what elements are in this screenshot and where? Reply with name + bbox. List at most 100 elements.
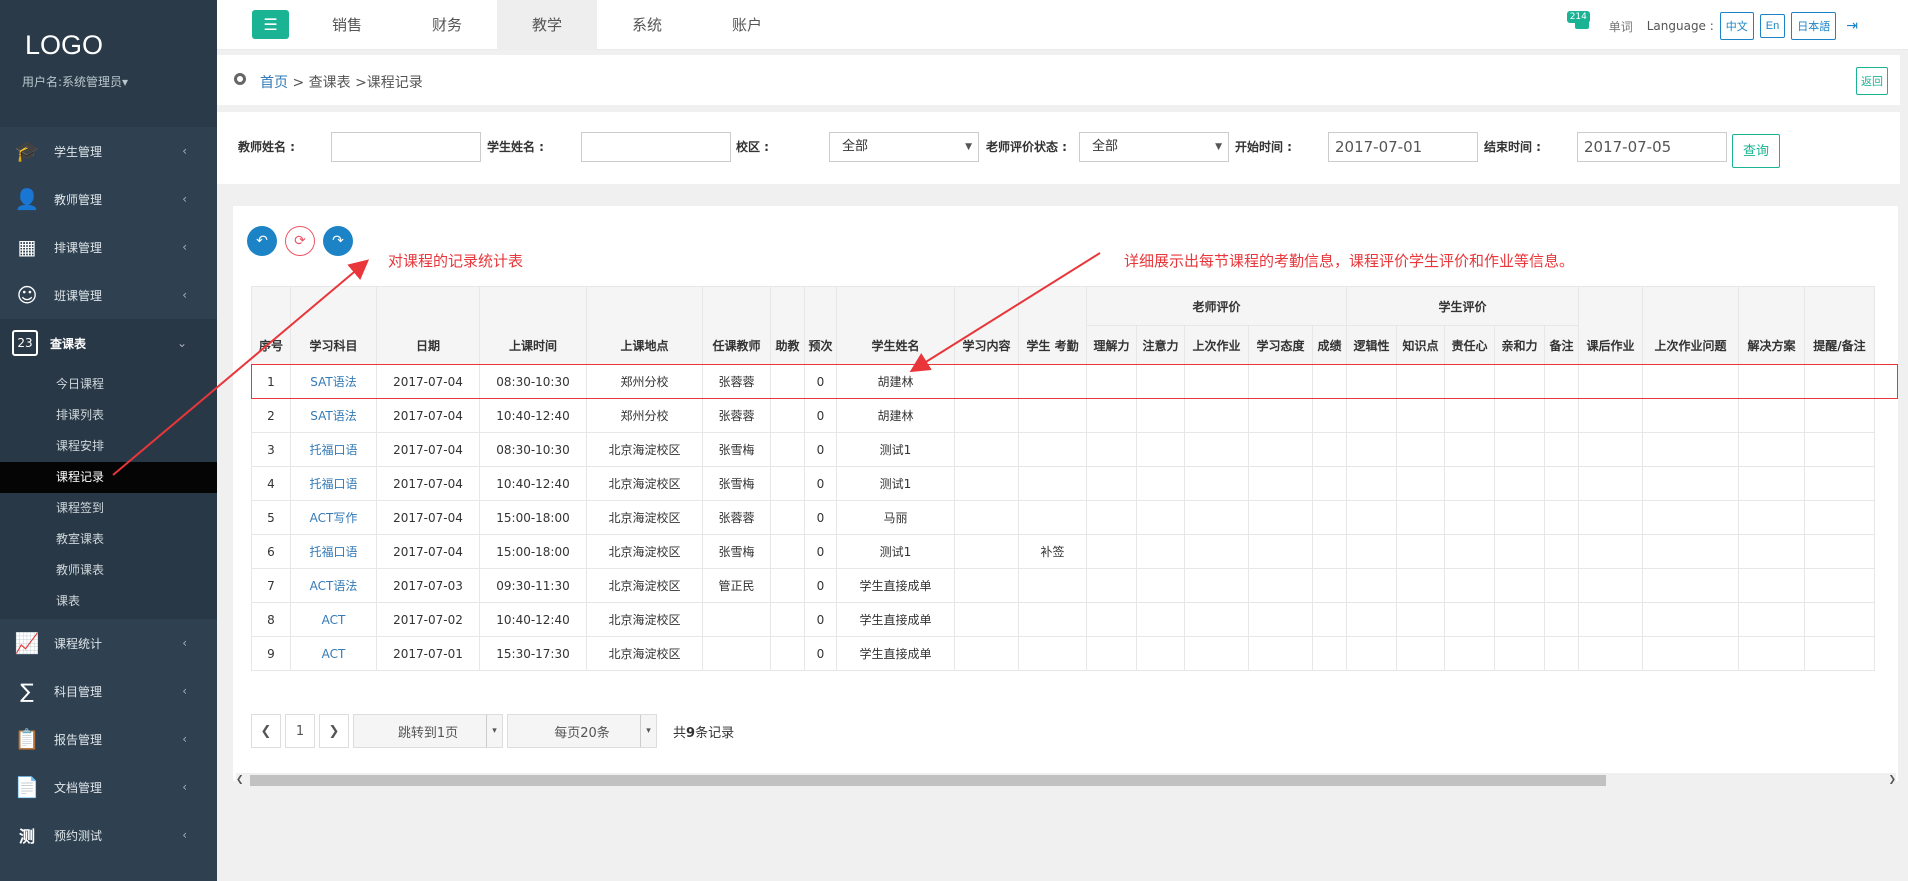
words-link[interactable]: 单词	[1609, 18, 1633, 35]
nav-tab-system[interactable]: 系统	[597, 0, 697, 50]
query-button[interactable]: 查询	[1732, 134, 1781, 168]
column-header[interactable]: 注意力	[1136, 325, 1185, 365]
refresh-button[interactable]: ⟳	[285, 226, 315, 256]
column-header[interactable]: 责任心	[1444, 325, 1495, 365]
sidebar-item-5[interactable]: 📈 课程统计 ‹	[0, 619, 217, 667]
start-time-input[interactable]: 2017-07-01	[1328, 132, 1478, 162]
submenu-item-1[interactable]: 排课列表	[0, 400, 217, 431]
submenu-item-6[interactable]: 教师课表	[0, 555, 217, 586]
chevron-down-icon: ▼	[1215, 142, 1222, 152]
table-row[interactable]: 4 托福口语 2017-07-04 10:40-12:40 北京海淀校区 张雪梅 0 测试1	[251, 466, 1875, 501]
subject-link[interactable]: SAT语法	[310, 375, 356, 389]
column-header[interactable]: 学习科目	[290, 286, 377, 365]
sidebar-item-3[interactable]: ☺ 班课管理 ‹	[0, 271, 217, 319]
table-row[interactable]: 7 ACT语法 2017-07-03 09:30-11:30 北京海淀校区 管正民 0 学生直…	[251, 568, 1875, 603]
table-row[interactable]: 5 ACT写作 2017-07-04 15:00-18:00 北京海淀校区 张蓉蓉 0 马丽	[251, 500, 1875, 535]
submenu-item-4[interactable]: 课程签到	[0, 493, 217, 524]
next-page-button[interactable]: ❯	[319, 714, 349, 748]
back-button[interactable]: 返回	[1856, 67, 1888, 95]
campus-select[interactable]: 全部 ▼	[829, 132, 979, 162]
column-header[interactable]: 学生 考勤	[1018, 286, 1087, 365]
subject-link[interactable]: 托福口语	[309, 545, 357, 559]
logout-icon[interactable]: ⇥	[1846, 18, 1858, 34]
column-header[interactable]: 知识点	[1396, 325, 1445, 365]
nav-tab-sales[interactable]: 销售	[297, 0, 397, 50]
table-row[interactable]: 8 ACT 2017-07-02 10:40-12:40 北京海淀校区 0 学生直接成单	[251, 602, 1875, 637]
sidebar-item-2[interactable]: ▦ 排课管理 ‹	[0, 223, 217, 271]
table-cell	[954, 500, 1019, 535]
nav-tab-teaching[interactable]: 教学	[497, 0, 597, 50]
column-header[interactable]: 上课时间	[479, 286, 587, 365]
subject-link[interactable]: ACT语法	[310, 579, 358, 593]
column-header[interactable]: 学习态度	[1248, 325, 1313, 365]
scroll-right-icon[interactable]: ❯	[1888, 773, 1896, 788]
column-header[interactable]: 成绩	[1312, 325, 1347, 365]
column-header[interactable]: 备注	[1544, 325, 1579, 365]
sidebar-item-9[interactable]: 测 预约测试 ‹	[0, 811, 217, 859]
subject-link[interactable]: 托福口语	[309, 443, 357, 457]
table-row[interactable]: 1 SAT语法 2017-07-04 08:30-10:30 郑州分校 张蓉蓉 0 胡建林	[251, 364, 1875, 399]
column-header[interactable]: 课后作业	[1578, 286, 1643, 365]
table-row[interactable]: 2 SAT语法 2017-07-04 10:40-12:40 郑州分校 张蓉蓉 0 胡建林	[251, 398, 1875, 433]
submenu-item-7[interactable]: 课表	[0, 586, 217, 617]
sidebar-item-4[interactable]: 23 查课表 ⌄	[0, 319, 217, 367]
page-number[interactable]: 1	[285, 714, 315, 748]
column-header[interactable]: 理解力	[1086, 325, 1137, 365]
subject-link[interactable]: SAT语法	[310, 409, 356, 423]
table-cell	[1018, 398, 1087, 433]
sidebar-item-8[interactable]: 📄 文档管理 ‹	[0, 763, 217, 811]
teacher-name-input[interactable]	[331, 132, 481, 162]
menu-toggle-button[interactable]: ☰	[252, 10, 289, 39]
column-header[interactable]: 亲和力	[1494, 325, 1545, 365]
column-header[interactable]: 学习内容	[954, 286, 1019, 365]
column-header[interactable]: 逻辑性	[1346, 325, 1397, 365]
column-header[interactable]: 序号	[251, 286, 291, 365]
lang-chinese-button[interactable]: 中文	[1719, 12, 1754, 40]
submenu-item-5[interactable]: 教室课表	[0, 524, 217, 555]
prev-page-button[interactable]: ❮	[251, 714, 281, 748]
submenu-item-0[interactable]: 今日课程	[0, 369, 217, 400]
lang-japanese-button[interactable]: 日本語	[1791, 12, 1837, 40]
sidebar-item-6[interactable]: ∑ 科目管理 ‹	[0, 667, 217, 715]
end-time-input[interactable]: 2017-07-05	[1577, 132, 1727, 162]
table-row[interactable]: 9 ACT 2017-07-01 15:30-17:30 北京海淀校区 0 学生直接成单	[251, 636, 1875, 671]
subject-link[interactable]: 托福口语	[309, 477, 357, 491]
user-menu[interactable]: 用户名:系统管理员▾	[22, 75, 128, 89]
sidebar-item-1[interactable]: 👤 教师管理 ‹	[0, 175, 217, 223]
table-row[interactable]: 6 托福口语 2017-07-04 15:00-18:00 北京海淀校区 张雪梅 0 测试1 补…	[251, 534, 1875, 569]
submenu-item-2[interactable]: 课程安排	[0, 431, 217, 462]
column-header[interactable]: 预次	[804, 286, 837, 365]
column-header[interactable]: 任课教师	[702, 286, 771, 365]
column-header[interactable]: 上次作业问题	[1642, 286, 1739, 365]
lang-english-button[interactable]: En	[1759, 14, 1786, 38]
subject-link[interactable]: ACT	[322, 613, 346, 627]
undo-button[interactable]: ↶	[247, 226, 277, 256]
submenu-item-3[interactable]: 课程记录	[0, 462, 217, 493]
column-header[interactable]: 上课地点	[586, 286, 703, 365]
subject-link[interactable]: ACT写作	[310, 511, 358, 525]
per-page-select[interactable]: 每页20条 ▾	[507, 714, 657, 748]
scrollbar-thumb[interactable]	[250, 775, 1606, 786]
column-header[interactable]: 日期	[376, 286, 480, 365]
message-button[interactable]: 214	[1566, 11, 1593, 39]
nav-tab-account[interactable]: 账户	[697, 0, 797, 50]
column-header[interactable]: 提醒/备注	[1804, 286, 1875, 365]
redo-button[interactable]: ↷	[323, 226, 353, 256]
sidebar-item-7[interactable]: 📋 报告管理 ‹	[0, 715, 217, 763]
subject-link[interactable]: ACT	[322, 647, 346, 661]
vertical-scrollbar[interactable]	[1900, 50, 1908, 881]
sidebar-menu: 🎓 学生管理 ‹ 👤 教师管理 ‹ ▦ 排课管理 ‹ ☺ 班课管理 ‹ 23 查课表 ⌄ 今日课程 排课列表 课程…	[0, 127, 217, 859]
horizontal-scrollbar[interactable]: ❮ ❯	[236, 773, 1896, 788]
scroll-left-icon[interactable]: ❮	[236, 773, 244, 788]
column-header[interactable]: 学生姓名	[836, 286, 955, 365]
jump-page-select[interactable]: 跳转到1页 ▾	[353, 714, 503, 748]
eval-status-select[interactable]: 全部 ▼	[1079, 132, 1229, 162]
column-header[interactable]: 上次作业	[1184, 325, 1249, 365]
student-name-input[interactable]	[581, 132, 731, 162]
column-header[interactable]: 解决方案	[1738, 286, 1805, 365]
nav-tab-finance[interactable]: 财务	[397, 0, 497, 50]
table-row[interactable]: 3 托福口语 2017-07-04 08:30-10:30 北京海淀校区 张雪梅 0 测试1	[251, 432, 1875, 467]
breadcrumb-home-link[interactable]: 首页	[260, 75, 288, 91]
column-header[interactable]: 助教	[770, 286, 805, 365]
sidebar-item-0[interactable]: 🎓 学生管理 ‹	[0, 127, 217, 175]
